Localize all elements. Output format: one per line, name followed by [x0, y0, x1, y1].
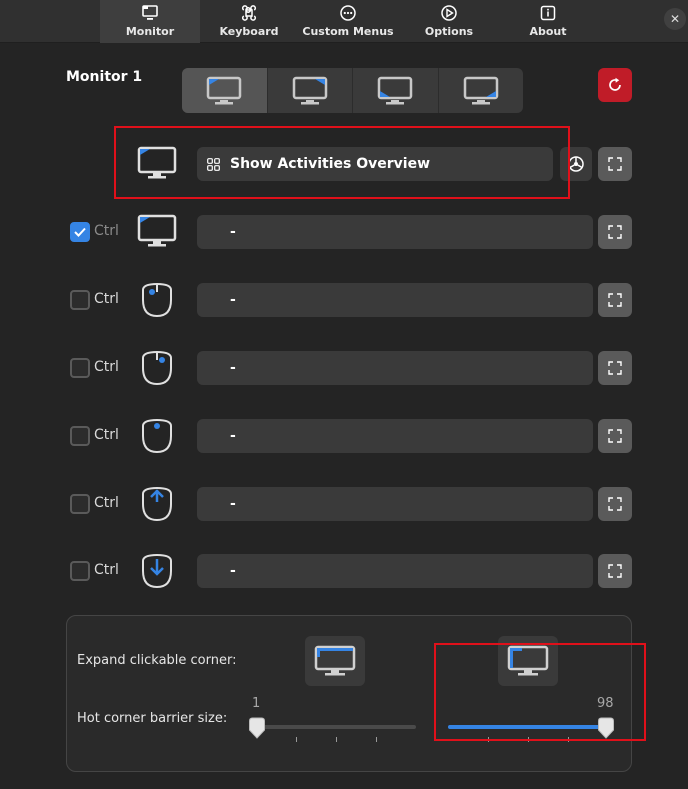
reset-icon: [609, 77, 621, 91]
tab-monitor[interactable]: Monitor: [100, 0, 200, 43]
action-label-6: -: [230, 563, 236, 579]
action-label-1: -: [230, 224, 236, 240]
fullscreen-button[interactable]: [598, 215, 632, 249]
action-label-3: -: [230, 360, 236, 376]
fullscreen-button[interactable]: [598, 487, 632, 521]
tab-options-label: Options: [424, 25, 474, 38]
ctrl-checkbox-5[interactable]: [70, 494, 90, 514]
monitor-top-left-icon: [207, 76, 242, 104]
fullscreen-button[interactable]: [598, 351, 632, 385]
action-row-5: Ctrl -: [0, 486, 688, 522]
fullscreen-icon: [608, 225, 622, 239]
action-label-4: -: [230, 428, 236, 444]
action-row-4: Ctrl -: [0, 418, 688, 454]
expand-corner-label: Expand clickable corner:: [77, 653, 237, 668]
fullscreen-button[interactable]: [598, 554, 632, 588]
tab-keyboard[interactable]: Keyboard: [199, 0, 299, 43]
monitor-bottom-left-icon: [378, 76, 413, 104]
ctrl-label-4: Ctrl: [94, 427, 119, 443]
fullscreen-icon: [608, 293, 622, 307]
action-row-1: Ctrl -: [0, 214, 688, 250]
fullscreen-icon: [608, 564, 622, 578]
more-horizontal-icon: [340, 5, 356, 21]
action-label-2: -: [230, 292, 236, 308]
action-row-2: Ctrl -: [0, 282, 688, 318]
close-icon: ✕: [669, 12, 681, 26]
monitor-title: Monitor 1: [66, 69, 143, 85]
action-select-2[interactable]: -: [197, 283, 593, 317]
action-select-4[interactable]: -: [197, 419, 593, 453]
action-select-3[interactable]: -: [197, 351, 593, 385]
reset-button[interactable]: [598, 68, 632, 102]
fullscreen-button[interactable]: [598, 283, 632, 317]
slider-h-track[interactable]: [256, 725, 416, 729]
settings-wheel-icon: [441, 5, 457, 21]
corner-bottom-left-button[interactable]: [353, 68, 439, 113]
fullscreen-icon: [608, 429, 622, 443]
command-key-icon: [241, 5, 257, 21]
tab-options[interactable]: Options: [399, 0, 499, 43]
tab-monitor-label: Monitor: [125, 25, 175, 38]
ctrl-checkbox-2[interactable]: [70, 290, 90, 310]
scroll-down-icon: [142, 553, 172, 589]
action-select-1[interactable]: -: [197, 215, 593, 249]
corner-bottom-right-button[interactable]: [439, 68, 524, 113]
tab-about[interactable]: About: [498, 0, 598, 43]
ctrl-label-1: Ctrl: [94, 223, 119, 239]
slider-tick: [296, 737, 297, 742]
action-label-5: -: [230, 496, 236, 512]
slider-h-handle[interactable]: [248, 717, 266, 739]
corner-top-left-button[interactable]: [182, 68, 268, 113]
checkmark-icon: [74, 227, 86, 237]
fullscreen-icon: [608, 497, 622, 511]
corner-selector: [182, 68, 523, 113]
mouse-middle-click-icon: [142, 418, 172, 454]
ctrl-label-3: Ctrl: [94, 359, 119, 375]
close-button[interactable]: ✕: [664, 8, 686, 30]
monitor-corner-icon: [137, 214, 177, 247]
tab-keyboard-label: Keyboard: [219, 25, 279, 38]
scroll-up-icon: [142, 486, 172, 522]
fullscreen-button[interactable]: [598, 147, 632, 181]
monitor-icon: [142, 5, 158, 20]
corner-top-right-button[interactable]: [268, 68, 353, 113]
ctrl-checkbox-6[interactable]: [70, 561, 90, 581]
ctrl-checkbox-3[interactable]: [70, 358, 90, 378]
tab-custom-menus-label: Custom Menus: [302, 25, 394, 38]
action-row-6: Ctrl -: [0, 553, 688, 589]
tab-custom-menus[interactable]: Custom Menus: [298, 0, 398, 43]
fullscreen-button[interactable]: [598, 419, 632, 453]
fullscreen-icon: [608, 157, 622, 171]
ctrl-label-5: Ctrl: [94, 495, 119, 511]
fullscreen-icon: [608, 361, 622, 375]
mouse-right-click-icon: [142, 350, 172, 386]
action-row-3: Ctrl -: [0, 350, 688, 386]
ctrl-label-2: Ctrl: [94, 291, 119, 307]
highlight-box-slider: [434, 643, 646, 741]
monitor-top-right-icon: [292, 76, 327, 104]
slider-tick: [336, 737, 337, 742]
barrier-size-label: Hot corner barrier size:: [77, 711, 228, 726]
expand-horizontal-button[interactable]: [305, 636, 365, 686]
info-icon: [540, 5, 556, 21]
monitor-expand-horizontal-icon: [314, 645, 356, 676]
action-select-6[interactable]: -: [197, 554, 593, 588]
highlight-box-action: [114, 126, 570, 199]
ctrl-checkbox-1[interactable]: [70, 222, 90, 242]
slider-tick: [376, 737, 377, 742]
slider-h-value: 1: [252, 696, 261, 711]
monitor-bottom-right-icon: [463, 76, 498, 104]
ctrl-checkbox-4[interactable]: [70, 426, 90, 446]
action-select-5[interactable]: -: [197, 487, 593, 521]
ctrl-label-6: Ctrl: [94, 562, 119, 578]
mouse-left-click-icon: [142, 282, 172, 318]
tab-about-label: About: [529, 25, 567, 38]
tab-bar: Monitor Keyboard Custom Menus Options Ab…: [0, 0, 688, 43]
